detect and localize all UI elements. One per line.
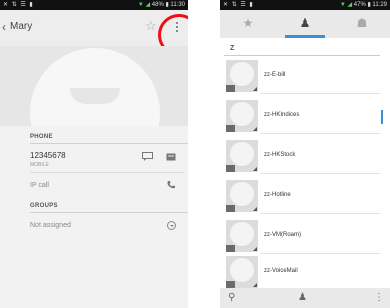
status-icons-left: ✕ ⇅ ☰ ▮ bbox=[223, 2, 254, 8]
overflow-menu-icon[interactable]: ⋮ bbox=[374, 292, 384, 304]
status-bar: ✕ ⇅ ☰ ▮ ▼ ◢ 47% ▮ 11:29 bbox=[220, 0, 390, 10]
signal-icon: ▼ ◢ bbox=[339, 2, 354, 8]
contact-name: zz-VoiceMail bbox=[264, 268, 298, 274]
avatar bbox=[226, 256, 258, 288]
contact-row[interactable]: zz-Hotline bbox=[224, 178, 380, 214]
contact-detail-screen: ✕ ⇅ ☰ ▮ ▼ ◢ 48% ▮ 11:30 ‹ Mary ☆ PHONE 1… bbox=[0, 0, 188, 308]
contact-row[interactable]: zz-VM(Roam) bbox=[224, 218, 380, 254]
chevron-left-icon[interactable]: ‹ bbox=[2, 21, 6, 33]
signal-icon: ▼ ◢ bbox=[137, 2, 152, 8]
contact-name: zz-E-bill bbox=[264, 72, 286, 78]
section-letter: Z bbox=[230, 45, 235, 52]
search-icon[interactable]: ⚲ bbox=[228, 292, 235, 304]
avatar bbox=[226, 140, 258, 172]
message-icon[interactable] bbox=[142, 152, 153, 161]
ip-call-label[interactable]: IP call bbox=[30, 182, 49, 189]
tab-groups[interactable]: ☗ bbox=[334, 10, 390, 38]
contact-name: zz-HKIndices bbox=[264, 112, 300, 118]
groups-section-header: GROUPS bbox=[30, 203, 58, 209]
video-call-icon[interactable] bbox=[166, 153, 176, 161]
contact-row[interactable]: zz-HKStock bbox=[224, 138, 380, 174]
tab-favorites[interactable]: ★ bbox=[220, 10, 276, 38]
contact-name: zz-HKStock bbox=[264, 152, 296, 158]
group-icon: ☗ bbox=[356, 16, 368, 30]
phone-call-icon[interactable] bbox=[166, 180, 176, 190]
section-divider bbox=[30, 143, 188, 144]
contact-row[interactable]: zz-E-bill bbox=[224, 58, 380, 94]
avatar bbox=[226, 180, 258, 212]
contact-name: zz-VM(Roam) bbox=[264, 232, 301, 238]
dropdown-icon[interactable] bbox=[167, 221, 176, 230]
person-icon: ♟ bbox=[299, 16, 311, 30]
favorite-star-icon[interactable]: ☆ bbox=[145, 19, 157, 33]
phone-section-header: PHONE bbox=[30, 134, 53, 140]
scrollbar[interactable] bbox=[381, 110, 383, 124]
action-bar: ‹ Mary ☆ bbox=[0, 10, 188, 56]
phone-number[interactable]: 12345678 bbox=[30, 151, 66, 160]
avatar bbox=[226, 220, 258, 252]
star-icon: ★ bbox=[242, 16, 254, 30]
contact-name: zz-Hotline bbox=[264, 192, 291, 198]
tab-contacts[interactable]: ♟ bbox=[277, 10, 333, 38]
groups-value[interactable]: Not assigned bbox=[30, 222, 71, 229]
contacts-list-screen: ✕ ⇅ ☰ ▮ ▼ ◢ 47% ▮ 11:29 ★ ♟ ☗ Z zz-E-bil… bbox=[220, 0, 390, 308]
default-avatar-icon bbox=[30, 48, 160, 126]
contact-row[interactable]: zz-HKIndices bbox=[224, 98, 380, 134]
contact-name-title[interactable]: Mary bbox=[10, 21, 32, 33]
avatar bbox=[226, 60, 258, 92]
status-battery-time: ▼ ◢ 48% ▮ 11:30 bbox=[137, 2, 185, 8]
bottom-action-bar: ⚲ ♟ ⋮ bbox=[220, 288, 390, 308]
add-contact-icon[interactable]: ♟ bbox=[298, 292, 307, 304]
avatar bbox=[226, 100, 258, 132]
status-battery-time: ▼ ◢ 47% ▮ 11:29 bbox=[339, 2, 387, 8]
contacts-tab-bar: ★ ♟ ☗ bbox=[220, 10, 390, 38]
status-icons-left: ✕ ⇅ ☰ ▮ bbox=[3, 2, 34, 8]
status-bar: ✕ ⇅ ☰ ▮ ▼ ◢ 48% ▮ 11:30 bbox=[0, 0, 188, 10]
contact-photo bbox=[0, 46, 188, 126]
contact-row[interactable]: zz-VoiceMail bbox=[224, 254, 380, 290]
phone-type-label: MOBILE bbox=[30, 162, 49, 168]
